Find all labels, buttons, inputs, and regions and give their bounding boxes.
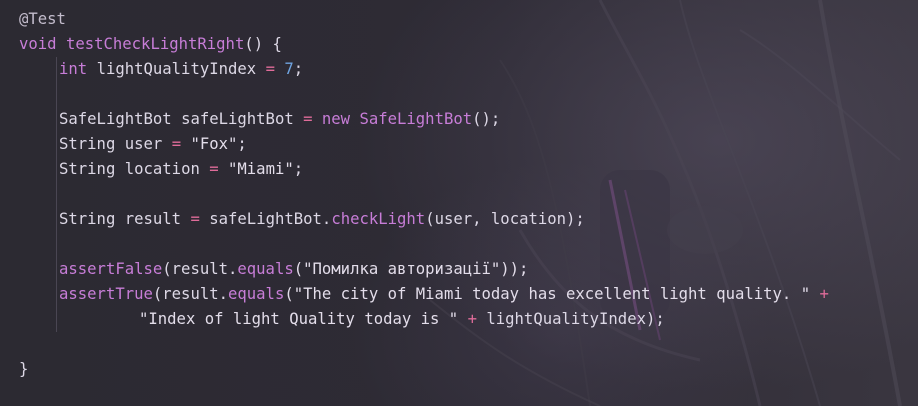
string-literal-fox: "Fox" [190,135,238,153]
indent-guide [56,107,57,132]
operator-plus: + [819,285,829,303]
variable-user: user [124,135,163,153]
code-line-light-quality-index: int lightQualityIndex = 7; [19,57,829,82]
code-line-assert-true: assertTrue(result.equals("The city of Mi… [19,282,829,307]
method-name: testCheckLightRight [65,35,245,53]
call-prefix: (result. [152,285,228,303]
call-arguments: (user, location); [425,210,585,228]
code-line-user: String user = "Fox"; [19,132,829,157]
indent-guide [56,182,57,207]
indent-guide [56,82,57,107]
code-line-location: String location = "Miami"; [19,157,829,182]
variable-light-quality-index: lightQualityIndex [96,60,257,78]
variable-safe-light-bot: safeLightBot [181,110,294,128]
semicolon: ; [237,135,247,153]
code-line-result: String result = safeLightBot.checkLight(… [19,207,829,232]
closing-brace: } [19,360,29,378]
indent-guide [56,232,57,257]
operator-assign: = [303,110,313,128]
code-editor[interactable]: @Test void testCheckLightRight() { int l… [0,0,918,406]
type-string: String [59,135,116,153]
annotation-test: @Test [19,10,66,28]
string-literal-index-quality: "Index of light Quality today is " [139,310,459,328]
code-line-closing-brace: } [19,357,829,382]
indent-guide [56,307,57,332]
code-line-blank [19,82,829,107]
indent-guide [56,157,57,182]
operator-plus: + [467,310,477,328]
code-line-method-declaration: void testCheckLightRight() { [19,32,829,57]
code-line-annotation: @Test [19,7,829,32]
operator-assign: = [171,135,182,153]
code-line-safe-light-bot: SafeLightBot safeLightBot = new SafeLigh… [19,107,829,132]
function-assert-true: assertTrue [59,285,153,303]
string-literal-miami: "Miami" [228,160,294,178]
code-line-assert-false: assertFalse(result.equals("Помилка автор… [19,257,829,282]
semicolon: ; [293,160,304,178]
keyword-void: void [19,35,57,53]
type-safe-light-bot: SafeLightBot [59,110,172,128]
method-equals: equals [237,260,294,278]
semicolon: ; [293,60,304,78]
method-equals: equals [228,285,285,303]
function-assert-false: assertFalse [59,260,163,278]
variable-light-quality-index-ref: lightQualityIndex); [486,310,665,328]
number-literal: 7 [284,60,294,78]
constructor-safe-light-bot: SafeLightBot [359,110,473,128]
indent-guide [56,207,57,232]
code-line-continuation: "Index of light Quality today is " + lig… [19,307,829,332]
indent-guide [56,57,57,82]
code-block[interactable]: @Test void testCheckLightRight() { int l… [19,7,829,382]
type-string: String [59,160,116,178]
code-line-blank [19,182,829,207]
code-line-blank [19,232,829,257]
variable-result: result [124,210,182,228]
object-safe-light-bot: safeLightBot. [209,210,332,228]
indent-guide [56,257,57,282]
indent-guide [56,132,57,157]
keyword-new: new [321,110,351,128]
string-literal-auth-error: ("Помилка авторизації")); [293,260,529,278]
operator-assign: = [190,210,200,228]
call-prefix: (result. [162,260,238,278]
type-string: String [59,210,116,228]
operator-assign: = [209,160,219,178]
constructor-tail: (); [472,110,501,128]
keyword-int: int [59,60,88,78]
string-literal-city-quality: ("The city of Miami today has excellent … [284,285,811,303]
indent-guide [56,282,57,307]
method-signature-tail: () { [244,35,282,53]
operator-assign: = [265,60,275,78]
method-check-light: checkLight [331,210,426,228]
variable-location: location [124,160,200,178]
